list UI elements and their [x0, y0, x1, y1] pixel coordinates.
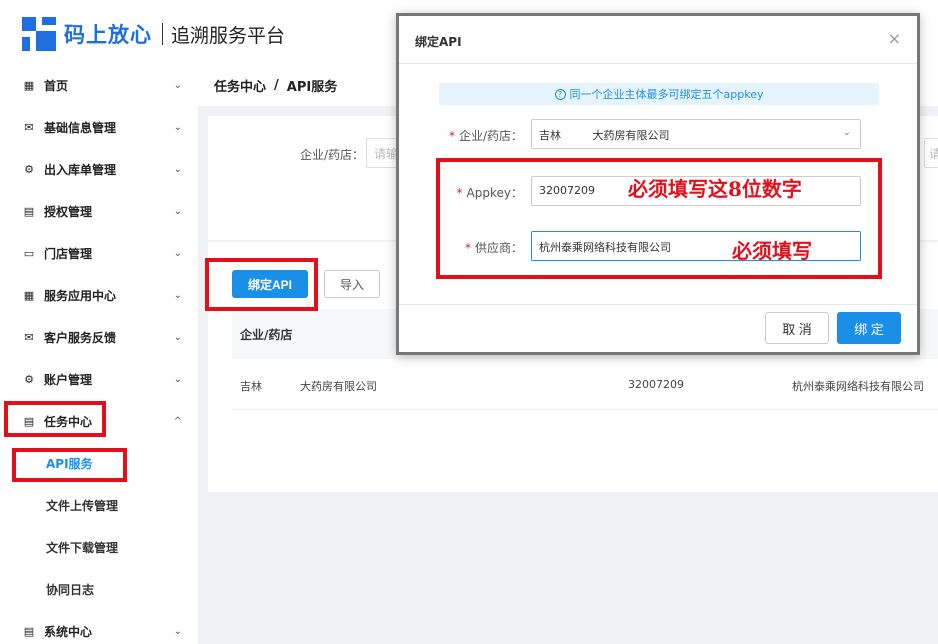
cell-company: 大药房有限公司 [300, 380, 377, 393]
grid-icon: ▦ [23, 78, 35, 92]
supplier-field-label: * 供应商： [464, 241, 523, 255]
sidebar-item-system-center[interactable]: ▤ 系统中心 ⌄ [0, 610, 198, 644]
filter-company-label: 企业/药店： [300, 148, 365, 162]
sidebar-item-task-center[interactable]: ▤ 任务中心 ^ [0, 400, 198, 442]
close-icon[interactable]: × [888, 29, 901, 48]
sidebar-item-account[interactable]: ⚙ 账户管理 ⌄ [0, 358, 198, 400]
chevron-up-icon: ^ [173, 415, 182, 427]
brand-logo: 码上放心 追溯服务平台 [22, 14, 285, 54]
filter-right-input[interactable]: 请 [924, 138, 938, 168]
file-icon: ▤ [23, 204, 35, 218]
gear-icon: ⚙ [24, 162, 34, 176]
chevron-down-icon: ⌄ [173, 163, 182, 175]
supplier-annotation: 必须填写 [732, 239, 812, 263]
chevron-down-icon: ⌄ [173, 625, 182, 637]
sidebar-item-feedback[interactable]: ✉ 客户服务反馈 ⌄ [0, 316, 198, 358]
cell-appkey: 32007209 [628, 378, 684, 391]
sidebar-item-stock-orders[interactable]: ⚙ 出入库单管理 ⌄ [0, 148, 198, 190]
chevron-down-icon: ⌄ [173, 247, 182, 259]
chevron-down-icon: ⌄ [173, 373, 182, 385]
confirm-bind-button[interactable]: 绑 定 [837, 312, 901, 344]
breadcrumb-current: API服务 [286, 79, 338, 95]
company-select[interactable]: 吉林 大药房有限公司 ⌄ [531, 119, 861, 149]
sidebar-subitem-file-upload[interactable]: 文件上传管理 [0, 484, 198, 526]
breadcrumb-parent[interactable]: 任务中心 [214, 76, 266, 95]
cancel-button[interactable]: 取 消 [765, 312, 829, 344]
brand-subtitle: 追溯服务平台 [171, 24, 286, 47]
table-row[interactable]: 吉林 大药房有限公司 32007209 杭州泰乘网络科技有限公司 [232, 360, 938, 410]
sidebar-subitem-collab-log[interactable]: 协同日志 [0, 568, 198, 610]
chevron-down-icon: ⌄ [173, 205, 182, 217]
cell-region: 吉林 [240, 380, 262, 393]
chevron-down-icon: ⌄ [842, 127, 851, 138]
question-icon: ? [554, 88, 566, 100]
chevron-down-icon: ⌄ [173, 289, 182, 301]
chevron-down-icon: ⌄ [173, 121, 182, 133]
mail-icon: ✉ [24, 330, 34, 344]
appkey-annotation: 必须填写这8位数字 [628, 177, 802, 201]
import-button[interactable]: 导入 [324, 270, 380, 298]
gear-icon: ⚙ [24, 372, 34, 386]
file-icon: ▤ [23, 414, 35, 428]
sidebar-item-authorization[interactable]: ▤ 授权管理 ⌄ [0, 190, 198, 232]
sidebar-subitem-file-download[interactable]: 文件下载管理 [0, 526, 198, 568]
sidebar-subitem-api-service[interactable]: API服务 [0, 442, 198, 484]
brand-name: 码上放心 [64, 23, 152, 47]
modal-title: 绑定API [415, 35, 462, 49]
mail-icon: ✉ [24, 120, 34, 134]
chevron-down-icon: ⌄ [173, 331, 182, 343]
cell-supplier: 杭州泰乘网络科技有限公司 [792, 380, 924, 393]
file-icon: ▤ [23, 624, 35, 638]
notice-banner: ? 同一个企业主体最多可绑定五个appkey [439, 83, 879, 105]
sidebar-item-service-apps[interactable]: ▦ 服务应用中心 ⌄ [0, 274, 198, 316]
column-company: 企业/药店 [240, 327, 293, 342]
breadcrumb-separator: / [274, 77, 279, 93]
sidebar: ▦ 首页 ⌄ ✉ 基础信息管理 ⌄ ⚙ 出入库单管理 ⌄ ▤ 授权管理 ⌄ ▭ … [0, 64, 198, 644]
notice-text: 同一个企业主体最多可绑定五个appkey [569, 88, 764, 101]
sidebar-item-stores[interactable]: ▭ 门店管理 ⌄ [0, 232, 198, 274]
company-field-label: * 企业/药店： [448, 129, 523, 143]
sidebar-item-home[interactable]: ▦ 首页 ⌄ [0, 64, 198, 106]
logo-icon [22, 17, 56, 51]
modal-header: 绑定API × [399, 16, 917, 64]
bind-api-button[interactable]: 绑定API [232, 270, 308, 298]
sidebar-item-basic-info[interactable]: ✉ 基础信息管理 ⌄ [0, 106, 198, 148]
appkey-field-label: * Appkey： [456, 186, 523, 200]
grid-icon: ▦ [23, 288, 35, 302]
chevron-down-icon: ⌄ [173, 79, 182, 91]
folder-icon: ▭ [23, 246, 35, 260]
